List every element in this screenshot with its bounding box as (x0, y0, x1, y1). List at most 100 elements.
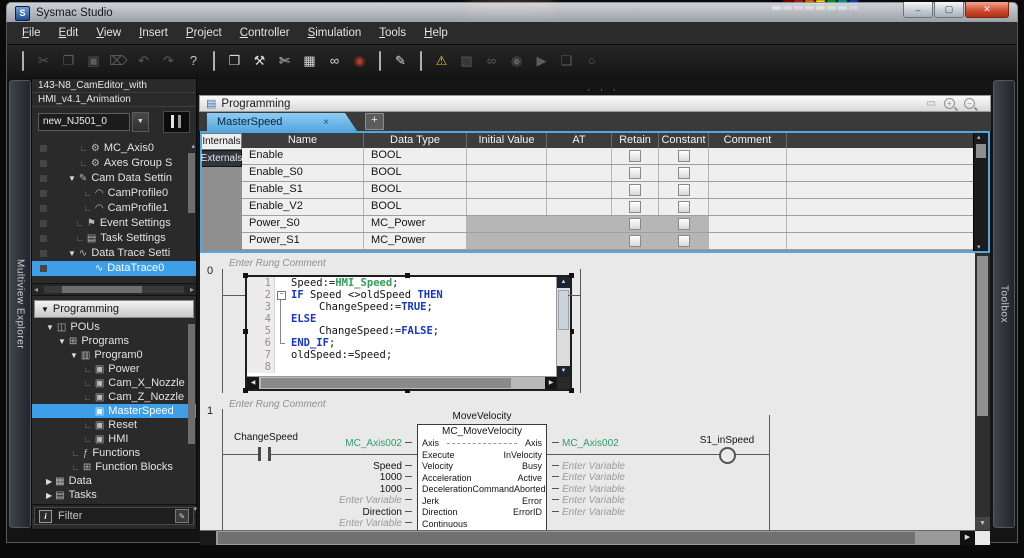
tree-item-masterspeed[interactable]: ∟▣MasterSpeed (32, 404, 196, 418)
tree-scroll-up-icon[interactable]: ▴ (191, 143, 195, 151)
operand-jerk[interactable]: Enter Variable (240, 495, 412, 506)
tree-scroll-down-icon[interactable]: ▾ (193, 506, 197, 514)
tree-item-tasks[interactable]: ▶▤Tasks (32, 488, 196, 502)
tree-item-camprofile0[interactable]: ∟◠CamProfile0 (32, 186, 196, 201)
zoom-out-icon[interactable]: − (964, 98, 975, 109)
retain-checkbox[interactable] (629, 150, 641, 162)
tree-item-data-trace-settings[interactable]: ▼∿Data Trace Setti (32, 246, 196, 261)
tree-item-datatrace0[interactable]: ∟∿DataTrace0 (32, 261, 196, 276)
restart-icon[interactable]: ○ (579, 50, 604, 72)
tree-item-cam-z-nozzle[interactable]: ∟▣Cam_Z_Nozzle (32, 390, 196, 404)
scroll-up-icon[interactable]: ▴ (977, 133, 981, 141)
stop-icon[interactable]: ◉ (347, 50, 372, 72)
constant-checkbox[interactable] (678, 184, 690, 196)
filter-settings-icon[interactable]: ✎ (175, 509, 189, 523)
st-line-7[interactable]: 7oldSpeed:=Speed; (247, 349, 570, 361)
operand-deceleration[interactable]: 1000 (240, 484, 412, 495)
tab-masterspeed[interactable]: MasterSpeed × (207, 113, 357, 131)
programming-section-header[interactable]: ▼Programming (34, 300, 194, 318)
delete-icon[interactable]: ⌦ (106, 50, 131, 72)
menu-view[interactable]: View (87, 24, 130, 42)
device-select-arrow-icon[interactable]: ▼ (132, 112, 149, 132)
menu-insert[interactable]: Insert (130, 24, 177, 42)
tree-item-event-settings[interactable]: ∟⚑Event Settings (32, 216, 196, 231)
menu-edit[interactable]: Edit (50, 24, 88, 42)
fb-instance-name[interactable]: MoveVelocity (417, 411, 547, 422)
operand-continuous[interactable]: Enter Variable (240, 518, 412, 529)
tree-item-axes-group[interactable]: ∟⚙Axes Group S (32, 156, 196, 171)
rung-comment[interactable]: Enter Rung Comment (229, 399, 326, 410)
tab-internals[interactable]: Internals (202, 133, 242, 150)
st-line-8[interactable]: 8 (247, 361, 570, 373)
window-icon[interactable]: ❒ (222, 50, 247, 72)
rung-comment[interactable]: Enter Rung Comment (229, 258, 326, 269)
clear-warning-icon[interactable]: ▧ (454, 50, 479, 72)
add-tab-button[interactable]: + (365, 113, 384, 130)
title-bar[interactable]: S Sysmac Studio – ▢ ✕ (6, 2, 1018, 23)
tree-item-cam-x-nozzle[interactable]: ∟▣Cam_X_Nozzle (32, 376, 196, 390)
zoom-in-icon[interactable]: + (944, 98, 955, 109)
tree-item-cam-data-settings[interactable]: ▼✎Cam Data Settin (32, 171, 196, 186)
tree-item-functions[interactable]: ∟ƒFunctions (32, 446, 196, 460)
inline-st-box[interactable]: 1Speed:=HMI_Speed; 2IF Speed <>oldSpeed … (245, 275, 572, 391)
st-line-5[interactable]: 5ChangeSpeed:=FALSE; (247, 325, 570, 337)
menu-controller[interactable]: Controller (231, 24, 299, 42)
menu-help[interactable]: Help (415, 24, 457, 42)
operand-command-aborted[interactable]: Enter Variable (552, 484, 722, 495)
st-vertical-scrollbar[interactable]: ▲▼ (556, 277, 570, 377)
cut-icon[interactable]: ✂ (31, 50, 56, 72)
tree-item-hmi[interactable]: ∟▣HMI (32, 432, 196, 446)
scroll-down-icon[interactable]: ▾ (977, 243, 981, 251)
operand-busy[interactable]: Enter Variable (552, 461, 722, 472)
retain-checkbox[interactable] (629, 184, 641, 196)
tree-item-reset[interactable]: ∟▣Reset (32, 418, 196, 432)
operand-acceleration[interactable]: 1000 (240, 472, 412, 483)
controller-status-icon[interactable]: ▦ (297, 50, 322, 72)
tab-externals[interactable]: Externals (202, 150, 242, 167)
menu-file[interactable]: File (13, 24, 50, 42)
tree-item-programs[interactable]: ▼⊞Programs (32, 334, 196, 348)
tree-item-task-settings[interactable]: ∟▤Task Settings (32, 231, 196, 246)
minimize-button[interactable]: – (903, 2, 933, 18)
run-icon[interactable]: ▶ (529, 50, 554, 72)
ladder-editor[interactable]: 0 Enter Rung Comment 1Speed:=HMI_Speed; … (200, 253, 990, 545)
contact-symbol[interactable] (258, 447, 261, 461)
filter-bar[interactable]: i Filter ✎ (34, 507, 194, 525)
constant-checkbox[interactable] (678, 167, 690, 179)
build-warning-icon[interactable]: ⚠ (429, 50, 454, 72)
st-horizontal-scrollbar[interactable]: ◀▶ (247, 376, 557, 389)
tree-horizontal-scrollbar[interactable]: ◂▸ (32, 283, 196, 296)
paste-icon[interactable]: ▣ (81, 50, 106, 72)
st-line-6[interactable]: 6END_IF; (247, 337, 570, 349)
constant-checkbox[interactable] (678, 201, 690, 213)
tree-item-function-blocks[interactable]: ∟⊞Function Blocks (32, 460, 196, 474)
redo-icon[interactable]: ↷ (156, 50, 181, 72)
table-vertical-scrollbar[interactable]: ▴▾ (973, 133, 988, 251)
operand-active[interactable]: Enter Variable (552, 472, 722, 483)
step-icon[interactable]: ❏ (554, 50, 579, 72)
operand-error-id[interactable]: Enter Variable (552, 507, 722, 518)
copy-icon[interactable]: ❐ (56, 50, 81, 72)
function-block[interactable]: MC_MoveVelocity AxisAxis ExecuteInVeloci… (417, 424, 547, 531)
menu-simulation[interactable]: Simulation (299, 24, 371, 42)
help-icon[interactable]: ? (181, 50, 206, 72)
constant-checkbox[interactable] (678, 218, 690, 230)
retain-checkbox[interactable] (629, 167, 641, 179)
tab-close-icon[interactable]: × (323, 117, 329, 128)
constant-checkbox[interactable] (678, 150, 690, 162)
breakpoint-icon[interactable]: ◉ (504, 50, 529, 72)
pane-splitter[interactable]: · · · (199, 88, 991, 95)
multiview-explorer-tab[interactable]: Multiview Explorer (9, 80, 31, 528)
st-line-3[interactable]: 3ChangeSpeed:=TRUE; (247, 301, 570, 313)
tree-item-camprofile1[interactable]: ∟◠CamProfile1 (32, 201, 196, 216)
build-icon[interactable]: ⚒ (247, 50, 272, 72)
ladder-horizontal-scrollbar[interactable]: ▶ (200, 530, 975, 545)
tree-vertical-scrollbar[interactable] (188, 153, 195, 213)
ladder-vertical-scrollbar[interactable]: ▼ (975, 253, 990, 531)
retain-checkbox[interactable] (629, 201, 641, 213)
st-line-4[interactable]: 4ELSE (247, 313, 570, 325)
menu-project[interactable]: Project (177, 24, 231, 42)
st-line-2[interactable]: 2IF Speed <>oldSpeed THEN (247, 289, 570, 301)
device-select[interactable]: new_NJ501_0 (38, 113, 130, 131)
output-coil[interactable] (719, 447, 736, 464)
